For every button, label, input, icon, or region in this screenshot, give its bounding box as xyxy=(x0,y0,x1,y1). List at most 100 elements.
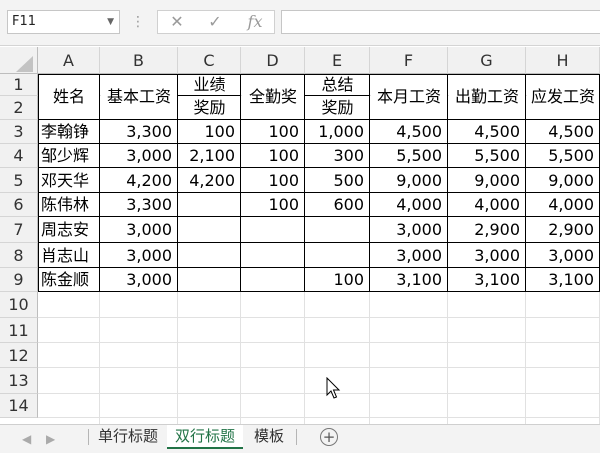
row-header-14[interactable]: 14 xyxy=(0,394,38,418)
header-month-salary[interactable]: 本月工资 xyxy=(370,74,448,120)
header-summary-bottom[interactable]: 奖励 xyxy=(305,96,370,120)
chevron-down-icon[interactable]: ▼ xyxy=(107,11,114,33)
add-sheet-button[interactable]: + xyxy=(320,428,338,446)
row-header-9[interactable]: 9 xyxy=(0,268,38,292)
column-header-f[interactable]: F xyxy=(370,47,448,74)
table-cell[interactable]: 500 xyxy=(305,168,370,193)
tab-single-row-title[interactable]: 单行标题 xyxy=(92,425,164,449)
formula-input[interactable] xyxy=(281,10,600,34)
header-performance-top[interactable]: 业绩 xyxy=(178,74,241,96)
table-cell[interactable]: 4,000 xyxy=(448,193,526,217)
scroll-right-icon[interactable]: ▶ xyxy=(46,430,55,448)
insert-function-icon[interactable]: fx xyxy=(240,11,270,33)
table-cell[interactable]: 5,500 xyxy=(370,144,448,168)
column-header-b[interactable]: B xyxy=(100,47,178,74)
column-header-c[interactable]: C xyxy=(178,47,241,74)
table-cell[interactable]: 李翰铮 xyxy=(38,120,100,144)
header-base-salary[interactable]: 基本工资 xyxy=(100,74,178,120)
spreadsheet-grid[interactable]: A B C D E F G H 1 2 3 4 5 6 7 8 9 10 11 12 13 14 姓名 基本工资 业绩 奖励 全勤奖… xyxy=(0,47,600,424)
table-cell[interactable]: 3,000 xyxy=(100,144,178,168)
table-cell[interactable] xyxy=(178,268,241,292)
table-cell[interactable]: 2,100 xyxy=(178,144,241,168)
table-cell[interactable]: 3,300 xyxy=(100,120,178,144)
table-cell[interactable]: 肖志山 xyxy=(38,243,100,268)
header-payable-salary[interactable]: 应发工资 xyxy=(526,74,600,120)
table-cell[interactable]: 100 xyxy=(241,168,305,193)
table-cell[interactable]: 3,300 xyxy=(100,193,178,217)
table-cell[interactable]: 1,000 xyxy=(305,120,370,144)
table-cell[interactable]: 2,900 xyxy=(526,217,600,243)
table-cell[interactable]: 3,100 xyxy=(448,268,526,292)
confirm-icon[interactable]: ✓ xyxy=(200,11,230,33)
table-cell[interactable]: 3,000 xyxy=(370,217,448,243)
row-header-5[interactable]: 5 xyxy=(0,168,38,193)
table-cell[interactable]: 5,500 xyxy=(526,144,600,168)
cancel-icon[interactable]: ✕ xyxy=(162,11,192,33)
table-cell[interactable]: 邹少辉 xyxy=(38,144,100,168)
column-header-a[interactable]: A xyxy=(38,47,100,74)
table-cell[interactable]: 2,900 xyxy=(448,217,526,243)
header-attendance-salary[interactable]: 出勤工资 xyxy=(448,74,526,120)
table-cell[interactable]: 3,100 xyxy=(526,268,600,292)
row-header-13[interactable]: 13 xyxy=(0,368,38,394)
table-cell[interactable]: 100 xyxy=(305,268,370,292)
table-cell[interactable]: 3,000 xyxy=(448,243,526,268)
table-cell[interactable] xyxy=(178,193,241,217)
scroll-left-icon[interactable]: ◀ xyxy=(22,430,31,448)
table-cell[interactable] xyxy=(241,243,305,268)
row-header-8[interactable]: 8 xyxy=(0,243,38,268)
table-cell[interactable] xyxy=(241,217,305,243)
table-cell[interactable]: 3,100 xyxy=(370,268,448,292)
table-cell[interactable]: 4,500 xyxy=(370,120,448,144)
row-header-2[interactable]: 2 xyxy=(0,96,38,120)
table-cell[interactable]: 邓天华 xyxy=(38,168,100,193)
table-cell[interactable]: 4,500 xyxy=(448,120,526,144)
table-cell[interactable]: 9,000 xyxy=(526,168,600,193)
table-cell[interactable]: 3,000 xyxy=(100,217,178,243)
column-header-d[interactable]: D xyxy=(241,47,305,74)
header-name[interactable]: 姓名 xyxy=(38,74,100,120)
table-cell[interactable] xyxy=(305,243,370,268)
header-summary-top[interactable]: 总结 xyxy=(305,74,370,96)
table-cell[interactable]: 300 xyxy=(305,144,370,168)
name-box[interactable]: F11 ▼ xyxy=(7,10,120,34)
tab-double-row-title[interactable]: 双行标题 xyxy=(167,425,243,449)
table-cell[interactable]: 9,000 xyxy=(448,168,526,193)
table-cell[interactable] xyxy=(241,268,305,292)
table-cell[interactable]: 3,000 xyxy=(100,268,178,292)
row-header-11[interactable]: 11 xyxy=(0,318,38,343)
table-cell[interactable] xyxy=(305,217,370,243)
header-attendance-bonus[interactable]: 全勤奖 xyxy=(241,74,305,120)
tab-template[interactable]: 模板 xyxy=(246,425,292,449)
header-performance-bottom[interactable]: 奖励 xyxy=(178,96,241,120)
table-cell[interactable]: 100 xyxy=(241,144,305,168)
row-header-4[interactable]: 4 xyxy=(0,144,38,168)
table-cell[interactable]: 4,200 xyxy=(178,168,241,193)
table-cell[interactable]: 3,000 xyxy=(526,243,600,268)
table-cell[interactable] xyxy=(178,243,241,268)
row-header-3[interactable]: 3 xyxy=(0,120,38,144)
table-cell[interactable]: 4,000 xyxy=(370,193,448,217)
table-cell[interactable]: 陈伟林 xyxy=(38,193,100,217)
table-cell[interactable]: 600 xyxy=(305,193,370,217)
table-cell[interactable]: 周志安 xyxy=(38,217,100,243)
table-cell[interactable]: 3,000 xyxy=(370,243,448,268)
table-cell[interactable]: 4,000 xyxy=(526,193,600,217)
table-cell[interactable]: 4,500 xyxy=(526,120,600,144)
column-header-h[interactable]: H xyxy=(526,47,600,74)
column-header-g[interactable]: G xyxy=(448,47,526,74)
table-cell[interactable]: 9,000 xyxy=(370,168,448,193)
row-header-6[interactable]: 6 xyxy=(0,193,38,217)
table-cell[interactable]: 100 xyxy=(178,120,241,144)
table-cell[interactable]: 100 xyxy=(241,193,305,217)
row-header-1[interactable]: 1 xyxy=(0,74,38,96)
table-cell[interactable]: 4,200 xyxy=(100,168,178,193)
table-cell[interactable]: 100 xyxy=(241,120,305,144)
row-header-7[interactable]: 7 xyxy=(0,217,38,243)
table-cell[interactable]: 5,500 xyxy=(448,144,526,168)
row-header-12[interactable]: 12 xyxy=(0,343,38,368)
table-cell[interactable]: 3,000 xyxy=(100,243,178,268)
table-cell[interactable] xyxy=(178,217,241,243)
table-cell[interactable]: 陈金顺 xyxy=(38,268,100,292)
row-header-10[interactable]: 10 xyxy=(0,292,38,318)
